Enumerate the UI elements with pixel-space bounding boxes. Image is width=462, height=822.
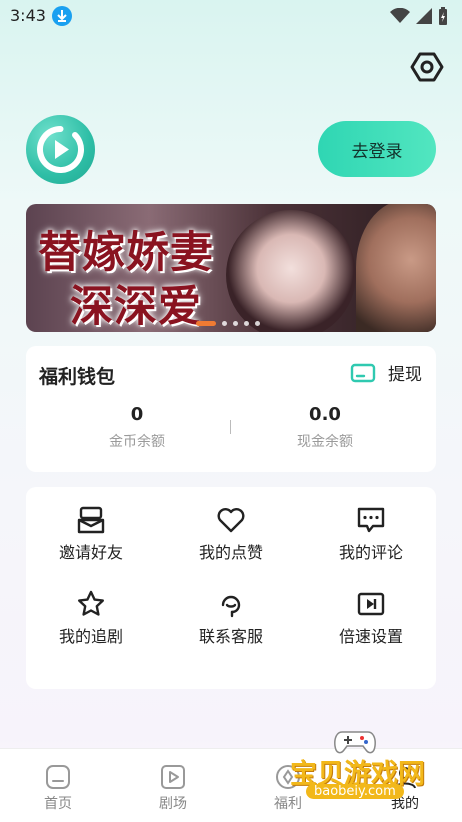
menu-label: 我的点赞 <box>198 543 263 562</box>
menu-label: 我的评论 <box>338 543 403 562</box>
star-icon <box>78 590 104 616</box>
menu-label: 我的追剧 <box>58 627 123 646</box>
comment-icon <box>357 507 385 533</box>
banner-dot[interactable] <box>196 321 216 326</box>
banner-title-line2: 深深爱 <box>70 282 202 332</box>
speed-icon <box>357 592 385 616</box>
home-icon <box>46 765 70 789</box>
menu-label: 倍速设置 <box>338 627 403 646</box>
cash-label: 现金余额 <box>297 434 353 450</box>
theater-icon <box>161 765 185 789</box>
settings-icon <box>410 52 444 82</box>
banner-title-line1: 替嫁娇妻 <box>38 228 214 278</box>
login-button[interactable]: 去登录 <box>318 121 436 177</box>
tab-label: 剧场 <box>159 796 187 812</box>
menu-item-customer-service[interactable]: 联系客服 <box>161 589 301 647</box>
tab-theater[interactable]: 剧场 <box>138 763 208 813</box>
app-logo <box>26 115 95 184</box>
banner-dot[interactable] <box>222 321 227 326</box>
menu-item-speed-settings[interactable]: 倍速设置 <box>301 589 441 647</box>
banner-dot[interactable] <box>255 321 260 326</box>
status-time: 3:43 <box>10 6 46 25</box>
banner-indicator <box>196 321 260 326</box>
coin-value: 0 <box>130 404 144 425</box>
banner-dot[interactable] <box>244 321 249 326</box>
menu-item-invite-friends[interactable]: 邀请好友 <box>21 505 161 563</box>
banner-dot[interactable] <box>233 321 238 326</box>
banner-actor-image <box>356 204 436 332</box>
cash-value: 0.0 <box>309 404 341 425</box>
banner-carousel[interactable]: 替嫁娇妻 深深爱 <box>26 204 436 332</box>
watermark: 宝贝游戏网 baobeiy.com <box>282 728 462 818</box>
cash-balance: 0.0 现金余额 <box>245 404 405 451</box>
stat-divider <box>230 420 231 434</box>
signal-icon <box>416 8 432 24</box>
menu-label: 邀请好友 <box>58 543 123 562</box>
watermark-url: baobeiy.com <box>306 784 404 799</box>
wallet-card: 福利钱包 提现 0 金币余额 0.0 现金余额 <box>26 346 436 472</box>
tab-label: 首页 <box>44 796 72 812</box>
headset-icon <box>221 595 241 618</box>
menu-item-my-likes[interactable]: 我的点赞 <box>161 505 301 563</box>
withdraw-button[interactable]: 提现 <box>350 360 422 385</box>
tab-home[interactable]: 首页 <box>23 763 93 813</box>
battery-icon <box>439 7 447 25</box>
banner-actress-image <box>226 210 356 332</box>
play-logo-icon <box>37 126 84 173</box>
status-bar: 3:43 <box>0 0 462 34</box>
invite-icon <box>77 506 105 534</box>
download-icon <box>52 6 72 26</box>
gamepad-icon <box>334 731 376 754</box>
coin-balance: 0 金币余额 <box>57 404 217 451</box>
menu-item-my-follows[interactable]: 我的追剧 <box>21 589 161 647</box>
menu-label: 联系客服 <box>198 627 263 646</box>
wifi-icon <box>390 8 410 23</box>
menu-card: 邀请好友 我的点赞 我的评论 我的追剧 联系客服 倍速设置 <box>26 487 436 689</box>
wallet-title: 福利钱包 <box>39 366 116 388</box>
withdraw-label: 提现 <box>388 365 422 385</box>
settings-button[interactable] <box>410 50 444 84</box>
heart-icon <box>217 508 245 533</box>
status-icons <box>390 7 448 25</box>
menu-item-my-comments[interactable]: 我的评论 <box>301 505 441 563</box>
card-icon <box>350 363 376 382</box>
coin-label: 金币余额 <box>109 434 165 450</box>
